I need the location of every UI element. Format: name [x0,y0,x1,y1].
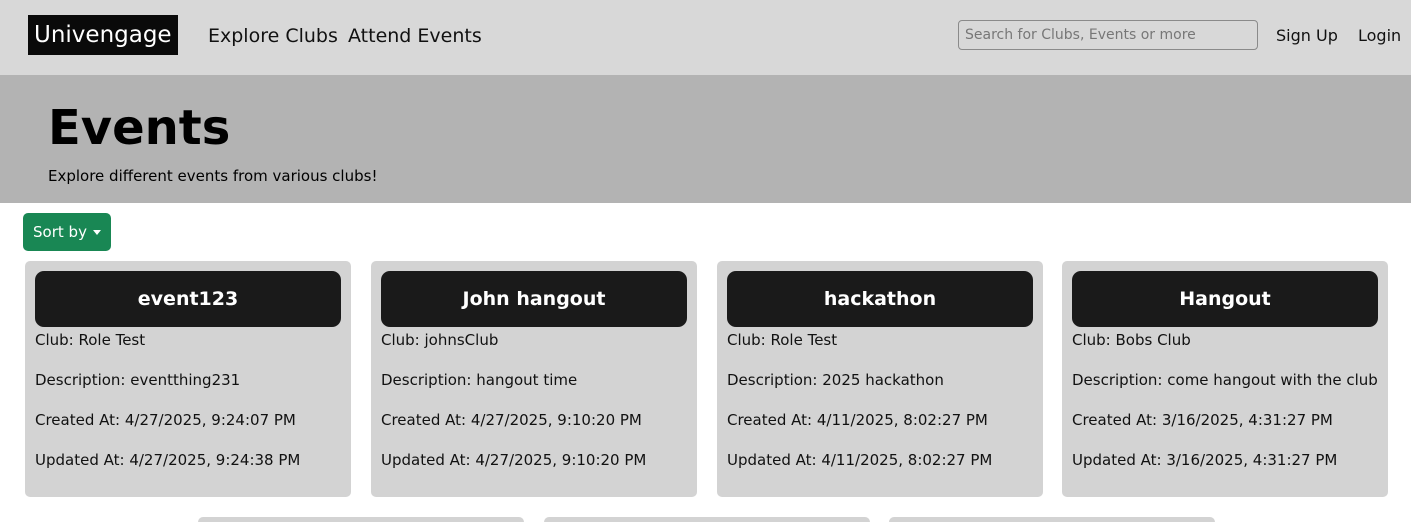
event-club: Club: Bobs Club [1072,331,1378,349]
club-value: Role Test [78,331,146,349]
nav-explore-clubs[interactable]: Explore Clubs [208,24,338,48]
event-title[interactable]: John hangout [381,271,687,327]
updated-value: 3/16/2025, 4:31:27 PM [1166,451,1338,469]
updated-label: Updated At: [727,451,822,469]
description-label: Description: [381,371,477,389]
event-updated-at: Updated At: 4/27/2025, 9:10:20 PM [381,451,687,469]
event-updated-at: Updated At: 4/11/2025, 8:02:27 PM [727,451,1033,469]
page-subtitle: Explore different events from various cl… [48,167,378,185]
event-card[interactable]: event123 Club: Role Test Description: ev… [25,261,351,497]
event-card-partial[interactable] [889,517,1215,522]
description-label: Description: [727,371,823,389]
page-header: Events Explore different events from var… [0,75,1411,203]
sort-by-label: Sort by [33,223,87,241]
event-title[interactable]: Hangout [1072,271,1378,327]
event-description: Description: come hangout with the club [1072,371,1378,389]
created-label: Created At: [35,411,125,429]
club-label: Club: [35,331,79,349]
event-club: Club: Role Test [35,331,341,349]
event-created-at: Created At: 3/16/2025, 4:31:27 PM [1072,411,1378,429]
created-value: 4/27/2025, 9:10:20 PM [470,411,642,429]
club-value: Bobs Club [1115,331,1191,349]
event-created-at: Created At: 4/27/2025, 9:24:07 PM [35,411,341,429]
description-value: 2025 hackathon [822,371,944,389]
event-title[interactable]: hackathon [727,271,1033,327]
login-link[interactable]: Login [1358,26,1401,46]
search-input[interactable] [958,20,1258,50]
club-label: Club: [381,331,425,349]
updated-value: 4/27/2025, 9:24:38 PM [129,451,301,469]
event-updated-at: Updated At: 4/27/2025, 9:24:38 PM [35,451,341,469]
sort-by-dropdown-button[interactable]: Sort by [23,213,111,251]
event-card[interactable]: Hangout Club: Bobs Club Description: com… [1062,261,1388,497]
event-card[interactable]: hackathon Club: Role Test Description: 2… [717,261,1043,497]
description-value: hangout time [476,371,578,389]
updated-label: Updated At: [381,451,476,469]
event-created-at: Created At: 4/27/2025, 9:10:20 PM [381,411,687,429]
description-label: Description: [35,371,131,389]
created-label: Created At: [727,411,817,429]
created-value: 4/27/2025, 9:24:07 PM [124,411,296,429]
event-club: Club: johnsClub [381,331,687,349]
event-description: Description: 2025 hackathon [727,371,1033,389]
updated-value: 4/11/2025, 8:02:27 PM [821,451,993,469]
created-value: 3/16/2025, 4:31:27 PM [1161,411,1333,429]
club-value: johnsClub [424,331,499,349]
event-created-at: Created At: 4/11/2025, 8:02:27 PM [727,411,1033,429]
created-value: 4/11/2025, 8:02:27 PM [816,411,988,429]
description-label: Description: [1072,371,1168,389]
description-value: come hangout with the club [1167,371,1378,389]
updated-label: Updated At: [1072,451,1167,469]
event-description: Description: hangout time [381,371,687,389]
event-card-partial[interactable] [198,517,524,522]
event-title[interactable]: event123 [35,271,341,327]
description-value: eventthing231 [130,371,241,389]
event-club: Club: Role Test [727,331,1033,349]
updated-value: 4/27/2025, 9:10:20 PM [475,451,647,469]
club-value: Role Test [770,331,838,349]
club-label: Club: [1072,331,1116,349]
sign-up-link[interactable]: Sign Up [1276,26,1338,46]
event-updated-at: Updated At: 3/16/2025, 4:31:27 PM [1072,451,1378,469]
club-label: Club: [727,331,771,349]
page-title: Events [48,100,231,156]
event-card-partial[interactable] [544,517,870,522]
navbar: Univengage Explore Clubs Attend Events S… [0,0,1411,75]
caret-down-icon [92,229,101,235]
event-description: Description: eventthing231 [35,371,341,389]
created-label: Created At: [1072,411,1162,429]
nav-attend-events[interactable]: Attend Events [348,24,482,48]
created-label: Created At: [381,411,471,429]
updated-label: Updated At: [35,451,130,469]
brand-logo[interactable]: Univengage [28,15,178,55]
event-card[interactable]: John hangout Club: johnsClub Description… [371,261,697,497]
